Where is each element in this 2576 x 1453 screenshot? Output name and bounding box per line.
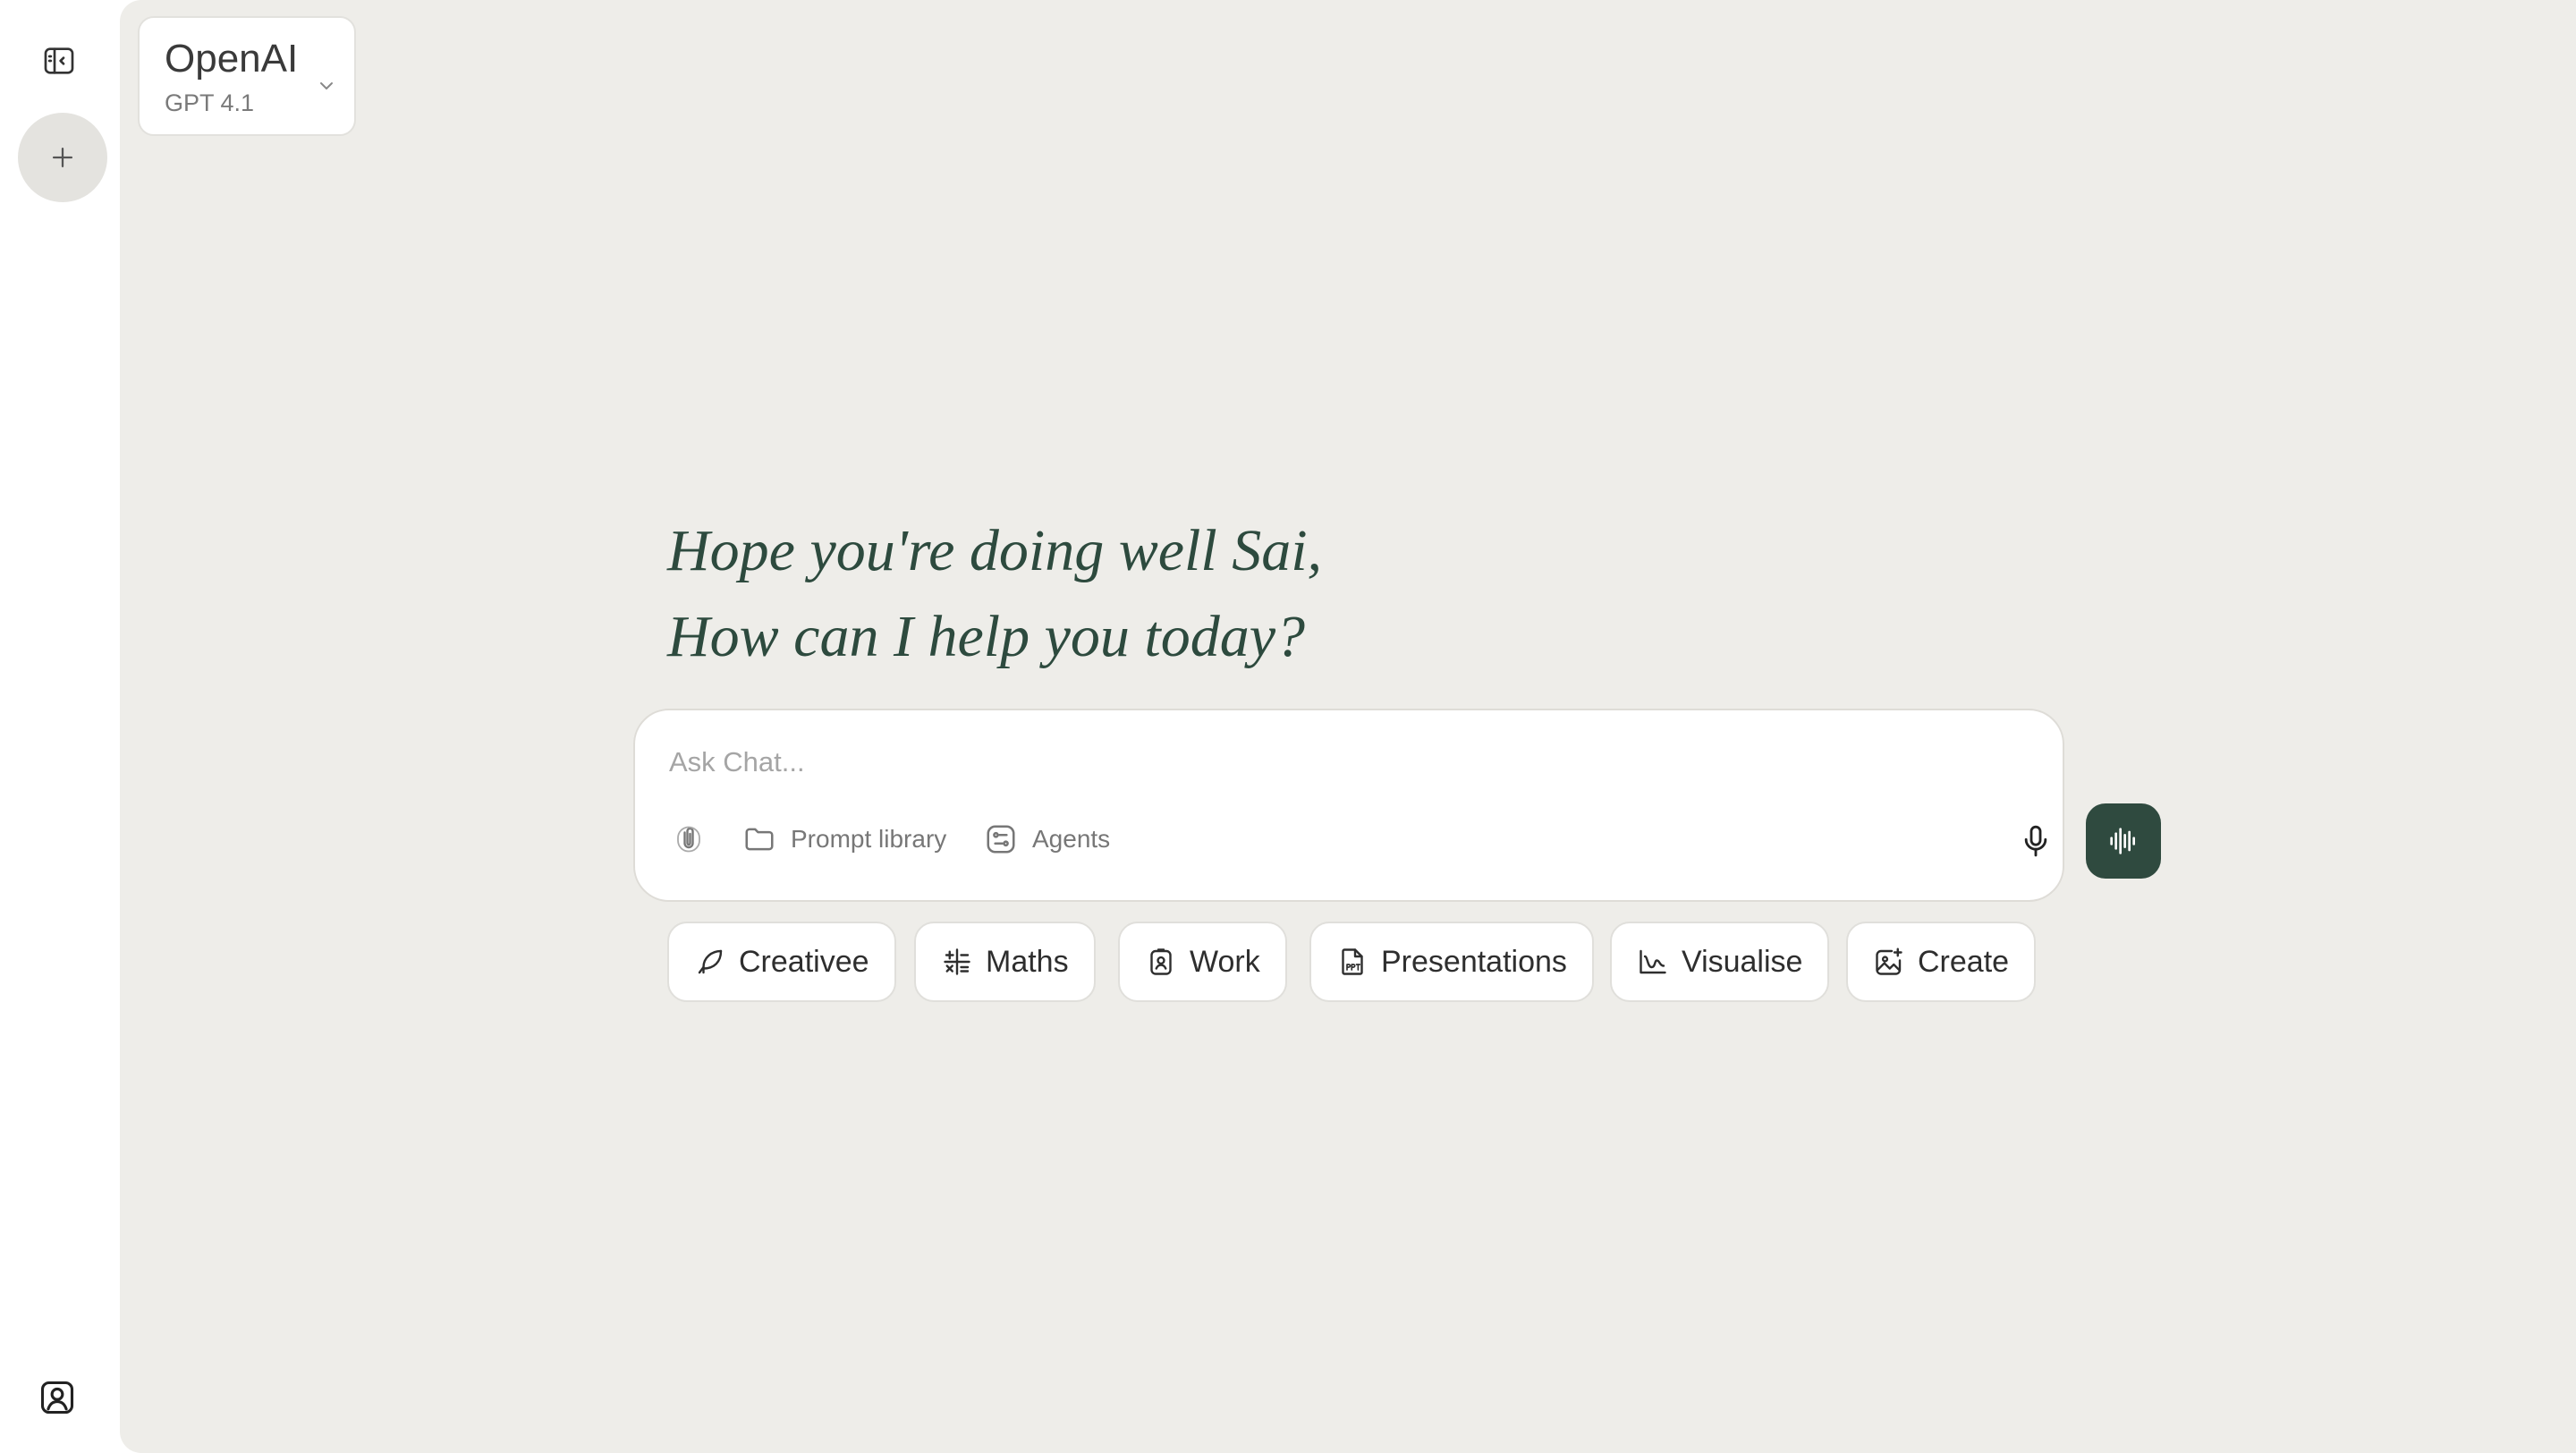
sidebar-toggle-icon xyxy=(44,47,74,74)
chip-create[interactable]: Create xyxy=(1846,922,2037,1002)
chip-maths[interactable]: Maths xyxy=(914,922,1096,1002)
chip-label: Visualise xyxy=(1682,944,1803,979)
chevron-down-icon xyxy=(320,82,333,89)
microphone-icon xyxy=(2024,825,2047,857)
chip-label: Work xyxy=(1190,944,1260,979)
folder-icon xyxy=(745,828,774,851)
agents-label: Agents xyxy=(1032,825,1111,853)
chip-label: Creativee xyxy=(739,944,869,979)
model-selector[interactable]: OpenAI GPT 4.1 xyxy=(138,16,356,136)
chart-curve-icon xyxy=(1640,949,1666,974)
new-chat-button[interactable] xyxy=(18,113,107,202)
math-operators-icon xyxy=(944,948,970,975)
chip-visualise[interactable]: Visualise xyxy=(1610,922,1830,1002)
paperclip-icon xyxy=(677,826,700,853)
chip-label: Create xyxy=(1918,944,2010,979)
voice-mode-button[interactable] xyxy=(2086,803,2161,879)
attach-button[interactable] xyxy=(673,814,705,864)
feather-icon xyxy=(698,949,723,974)
chip-creativee[interactable]: Creativee xyxy=(667,922,896,1002)
chip-work[interactable]: Work xyxy=(1118,922,1287,1002)
audio-waveform-icon xyxy=(2110,828,2135,854)
chat-composer: Prompt library Agents xyxy=(633,709,2161,902)
chip-label: Presentations xyxy=(1381,944,1567,979)
prompt-library-label: Prompt library xyxy=(791,825,947,853)
model-provider: OpenAI xyxy=(165,37,299,81)
agents-icon xyxy=(987,825,1015,854)
plus-icon xyxy=(52,147,73,168)
profile-button[interactable] xyxy=(36,1376,79,1419)
sidebar-toggle-button[interactable] xyxy=(39,41,79,81)
greeting: Hope you're doing well Sai, How can I he… xyxy=(667,508,1322,680)
main-area: OpenAI GPT 4.1 Hope you're doing well Sa… xyxy=(120,0,2576,1453)
chip-presentations[interactable]: Presentations xyxy=(1309,922,1594,1002)
chat-input[interactable] xyxy=(669,737,2011,787)
microphone-button[interactable] xyxy=(2011,816,2061,866)
agents-button[interactable]: Agents xyxy=(984,814,1110,864)
model-version: GPT 4.1 xyxy=(165,89,255,116)
greeting-line-1: Hope you're doing well Sai, xyxy=(667,518,1323,583)
greeting-line-2: How can I help you today? xyxy=(667,604,1306,669)
id-badge-icon xyxy=(1150,948,1172,975)
chip-label: Maths xyxy=(986,944,1069,979)
user-profile-icon xyxy=(40,1381,74,1415)
left-rail xyxy=(0,0,120,1453)
ppt-file-icon xyxy=(1342,948,1363,975)
prompt-library-button[interactable]: Prompt library xyxy=(742,814,946,864)
image-sparkle-icon xyxy=(1876,947,1902,975)
